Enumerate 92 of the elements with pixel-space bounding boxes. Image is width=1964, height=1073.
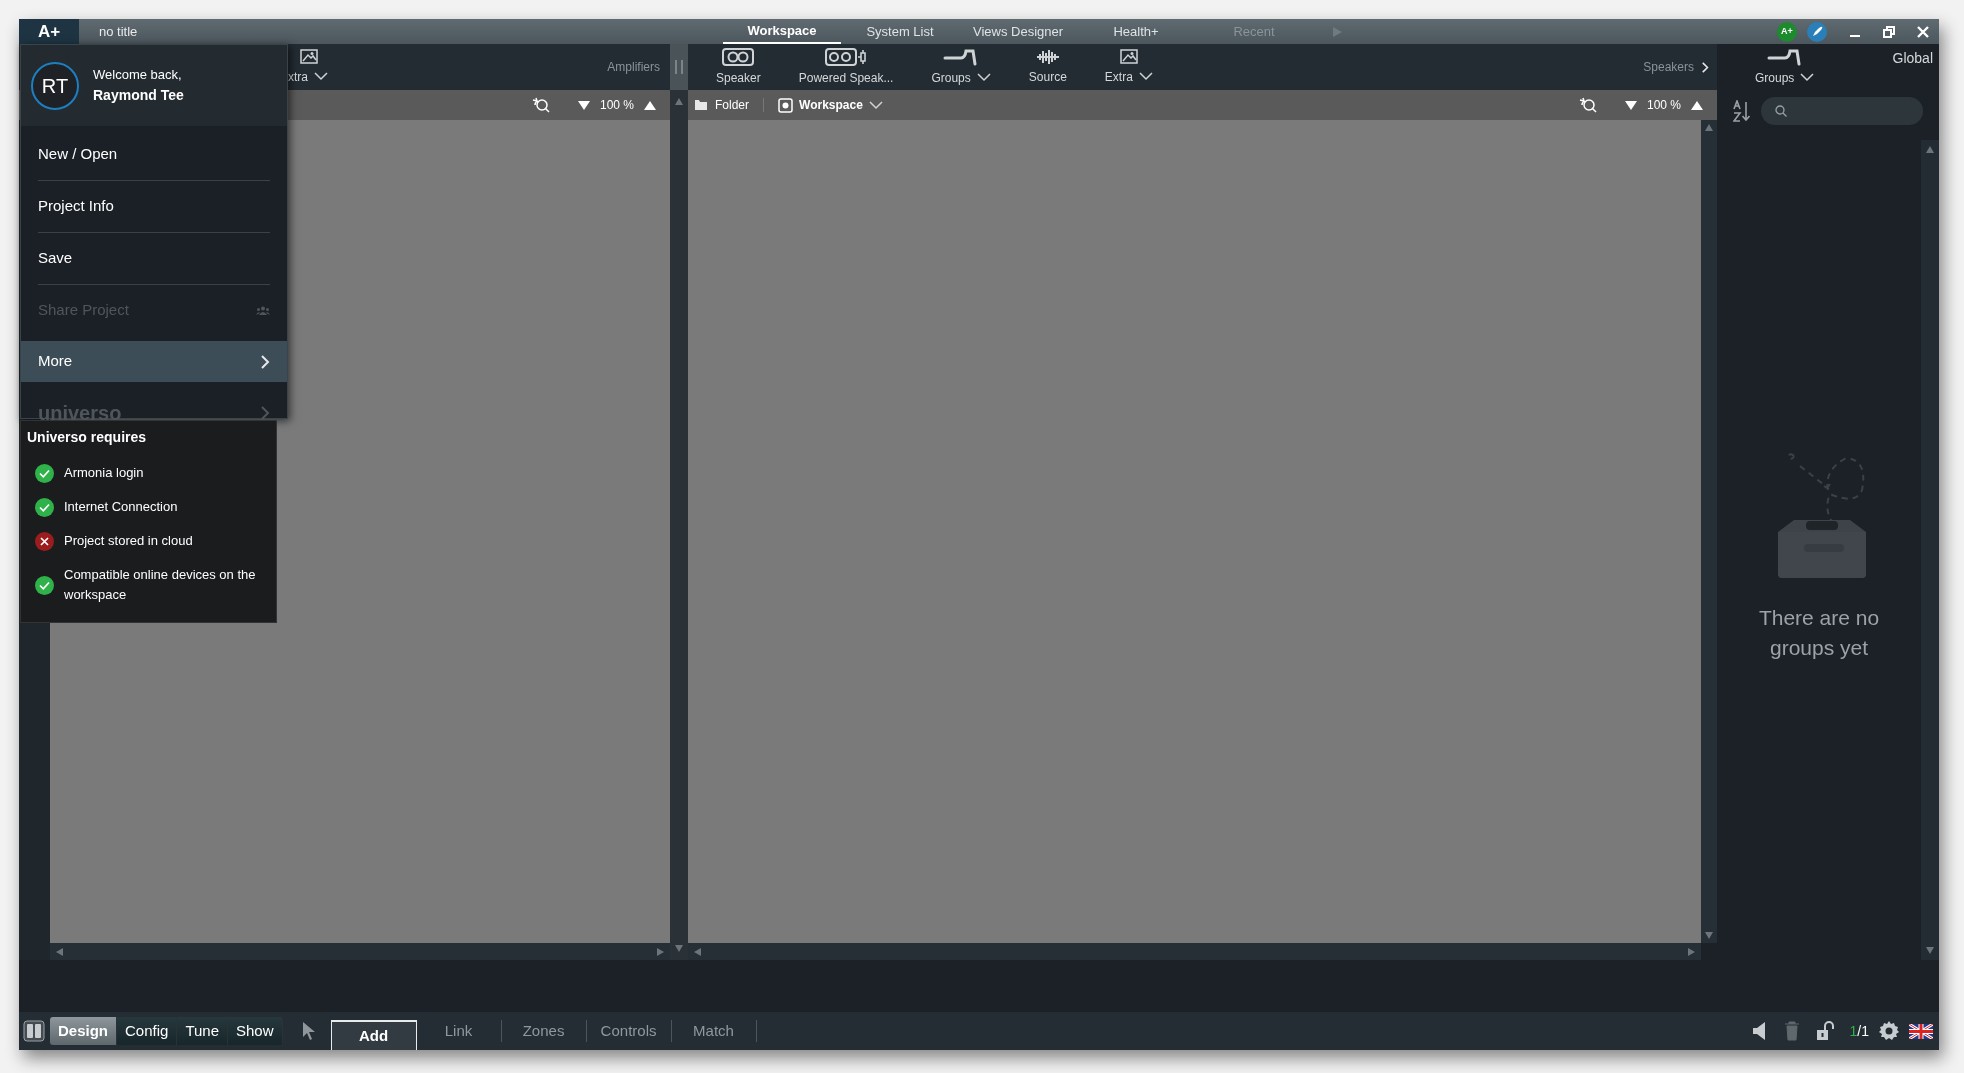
requirement-text: Compatible online devices on the workspace: [64, 566, 257, 604]
menu-item[interactable]: More: [21, 341, 287, 382]
zoom-level: 100 %: [1646, 97, 1681, 114]
mode-tab[interactable]: Config: [117, 1017, 178, 1045]
user-name: Raymond Tee: [93, 86, 184, 106]
view-dropdown[interactable]: Workspace: [778, 96, 883, 114]
search-field[interactable]: [1761, 97, 1923, 125]
menu-item[interactable]: Project Info: [21, 181, 287, 232]
powered-speaker-icon: [825, 47, 868, 66]
search-icon: [1775, 105, 1787, 117]
scroll-up-icon[interactable]: [1926, 146, 1934, 153]
scroll-right-icon[interactable]: [657, 947, 664, 956]
popup-title: Universo requires: [26, 428, 148, 447]
trash-icon[interactable]: [1783, 1021, 1800, 1041]
chevron-down-icon: [868, 100, 883, 110]
menu-item-label: Project Info: [38, 196, 114, 217]
scroll-down-icon[interactable]: [1926, 947, 1934, 954]
requirement-text: Internet Connection: [64, 498, 178, 516]
toolbar-button[interactable]: Speaker: [708, 44, 769, 90]
unlocked-icon[interactable]: [1815, 1021, 1834, 1041]
page-total: /1: [1857, 1021, 1869, 1041]
universo-logo: universo: [38, 400, 122, 426]
chevron-right-icon: [261, 405, 270, 420]
toolbar-button[interactable]: Groups: [923, 44, 999, 90]
folder-button[interactable]: Folder: [694, 96, 749, 114]
tool-tab[interactable]: Link: [416, 1020, 502, 1042]
menu-item-label: New / Open: [38, 144, 118, 165]
user-avatar[interactable]: RT: [31, 61, 79, 110]
nav-tab[interactable]: System List: [841, 19, 959, 44]
mode-tab[interactable]: Show: [228, 1017, 283, 1045]
uk-flag-icon[interactable]: [1909, 1023, 1933, 1039]
greeting-text: Welcome back,: [93, 65, 183, 84]
sort-az-icon[interactable]: [1733, 100, 1751, 122]
scroll-up-icon[interactable]: [1705, 124, 1713, 131]
scroll-left-icon[interactable]: [56, 947, 63, 956]
toolbar-button[interactable]: Source: [1020, 44, 1075, 90]
tool-tab[interactable]: Controls: [586, 1020, 672, 1042]
waveform-icon: [1034, 48, 1061, 65]
close-icon[interactable]: [1917, 25, 1929, 38]
empty-message: There are no groups yet: [1757, 605, 1881, 661]
mode-tab[interactable]: Tune: [177, 1017, 228, 1045]
page-current: 1: [1849, 1021, 1858, 1041]
zoom-out-icon[interactable]: [577, 100, 590, 110]
toolbar-button[interactable]: Groups: [1747, 44, 1823, 90]
speakers-link[interactable]: Speakers: [1643, 58, 1717, 76]
settings-icon[interactable]: [1879, 1021, 1899, 1041]
status-badge[interactable]: A+: [1777, 21, 1797, 42]
zoom-in-icon[interactable]: [1691, 100, 1703, 110]
image-icon: [1119, 48, 1138, 65]
panel-toggle-icon[interactable]: [23, 1020, 45, 1042]
zoom-fit-icon[interactable]: [531, 97, 550, 113]
speaker-icon[interactable]: [1751, 1021, 1768, 1041]
scroll-right-icon[interactable]: [1688, 947, 1695, 956]
mode-tab[interactable]: Design: [50, 1017, 117, 1045]
tool-tab[interactable]: Add: [330, 1020, 417, 1050]
target-icon: [778, 97, 793, 113]
menu-item-label: More: [38, 351, 73, 372]
section-label: Amplifiers: [607, 59, 661, 76]
scroll-down-icon[interactable]: [675, 945, 683, 952]
restore-icon[interactable]: [1883, 25, 1895, 38]
curve-icon: [1766, 47, 1803, 66]
nav-tab[interactable]: Health+: [1077, 19, 1195, 44]
panel-title: Global: [1892, 49, 1933, 68]
zoom-out-icon[interactable]: [1624, 100, 1637, 110]
cursor-icon[interactable]: [300, 1021, 317, 1041]
image-icon: [300, 48, 318, 65]
scroll-left-icon[interactable]: [694, 947, 701, 956]
toolbar-button[interactable]: xtra: [288, 44, 336, 90]
document-title: no title: [98, 22, 139, 41]
scroll-down-icon[interactable]: [1705, 932, 1713, 939]
chevron-right-icon: [261, 354, 270, 369]
menu-item[interactable]: Save: [21, 233, 287, 284]
zoom-in-icon[interactable]: [644, 100, 656, 110]
people-icon: [256, 306, 270, 315]
app-logo[interactable]: A+: [19, 19, 79, 44]
menu-item-label: Save: [38, 248, 73, 269]
scroll-up-icon[interactable]: [675, 98, 683, 105]
requirement-text: Armonia login: [64, 464, 144, 482]
tool-tab[interactable]: Match: [671, 1020, 757, 1042]
toolbar-button[interactable]: Extra: [1096, 44, 1161, 90]
speaker-icon: [722, 47, 755, 66]
chevron-right-icon: [1702, 61, 1709, 73]
requirement-text: Project stored in cloud: [64, 532, 193, 550]
chevron-down-icon: [1800, 73, 1815, 82]
tool-tab[interactable]: Zones: [501, 1020, 587, 1042]
folder-icon: [694, 99, 709, 111]
toolbar-button[interactable]: Powered Speak...: [790, 44, 902, 90]
zoom-fit-icon[interactable]: [1578, 97, 1597, 113]
menu-item[interactable]: New / Open: [21, 129, 287, 180]
nav-tab[interactable]: Views Designer: [959, 19, 1077, 44]
zoom-level: 100 %: [599, 97, 634, 114]
splitter-handle[interactable]: [670, 44, 688, 90]
